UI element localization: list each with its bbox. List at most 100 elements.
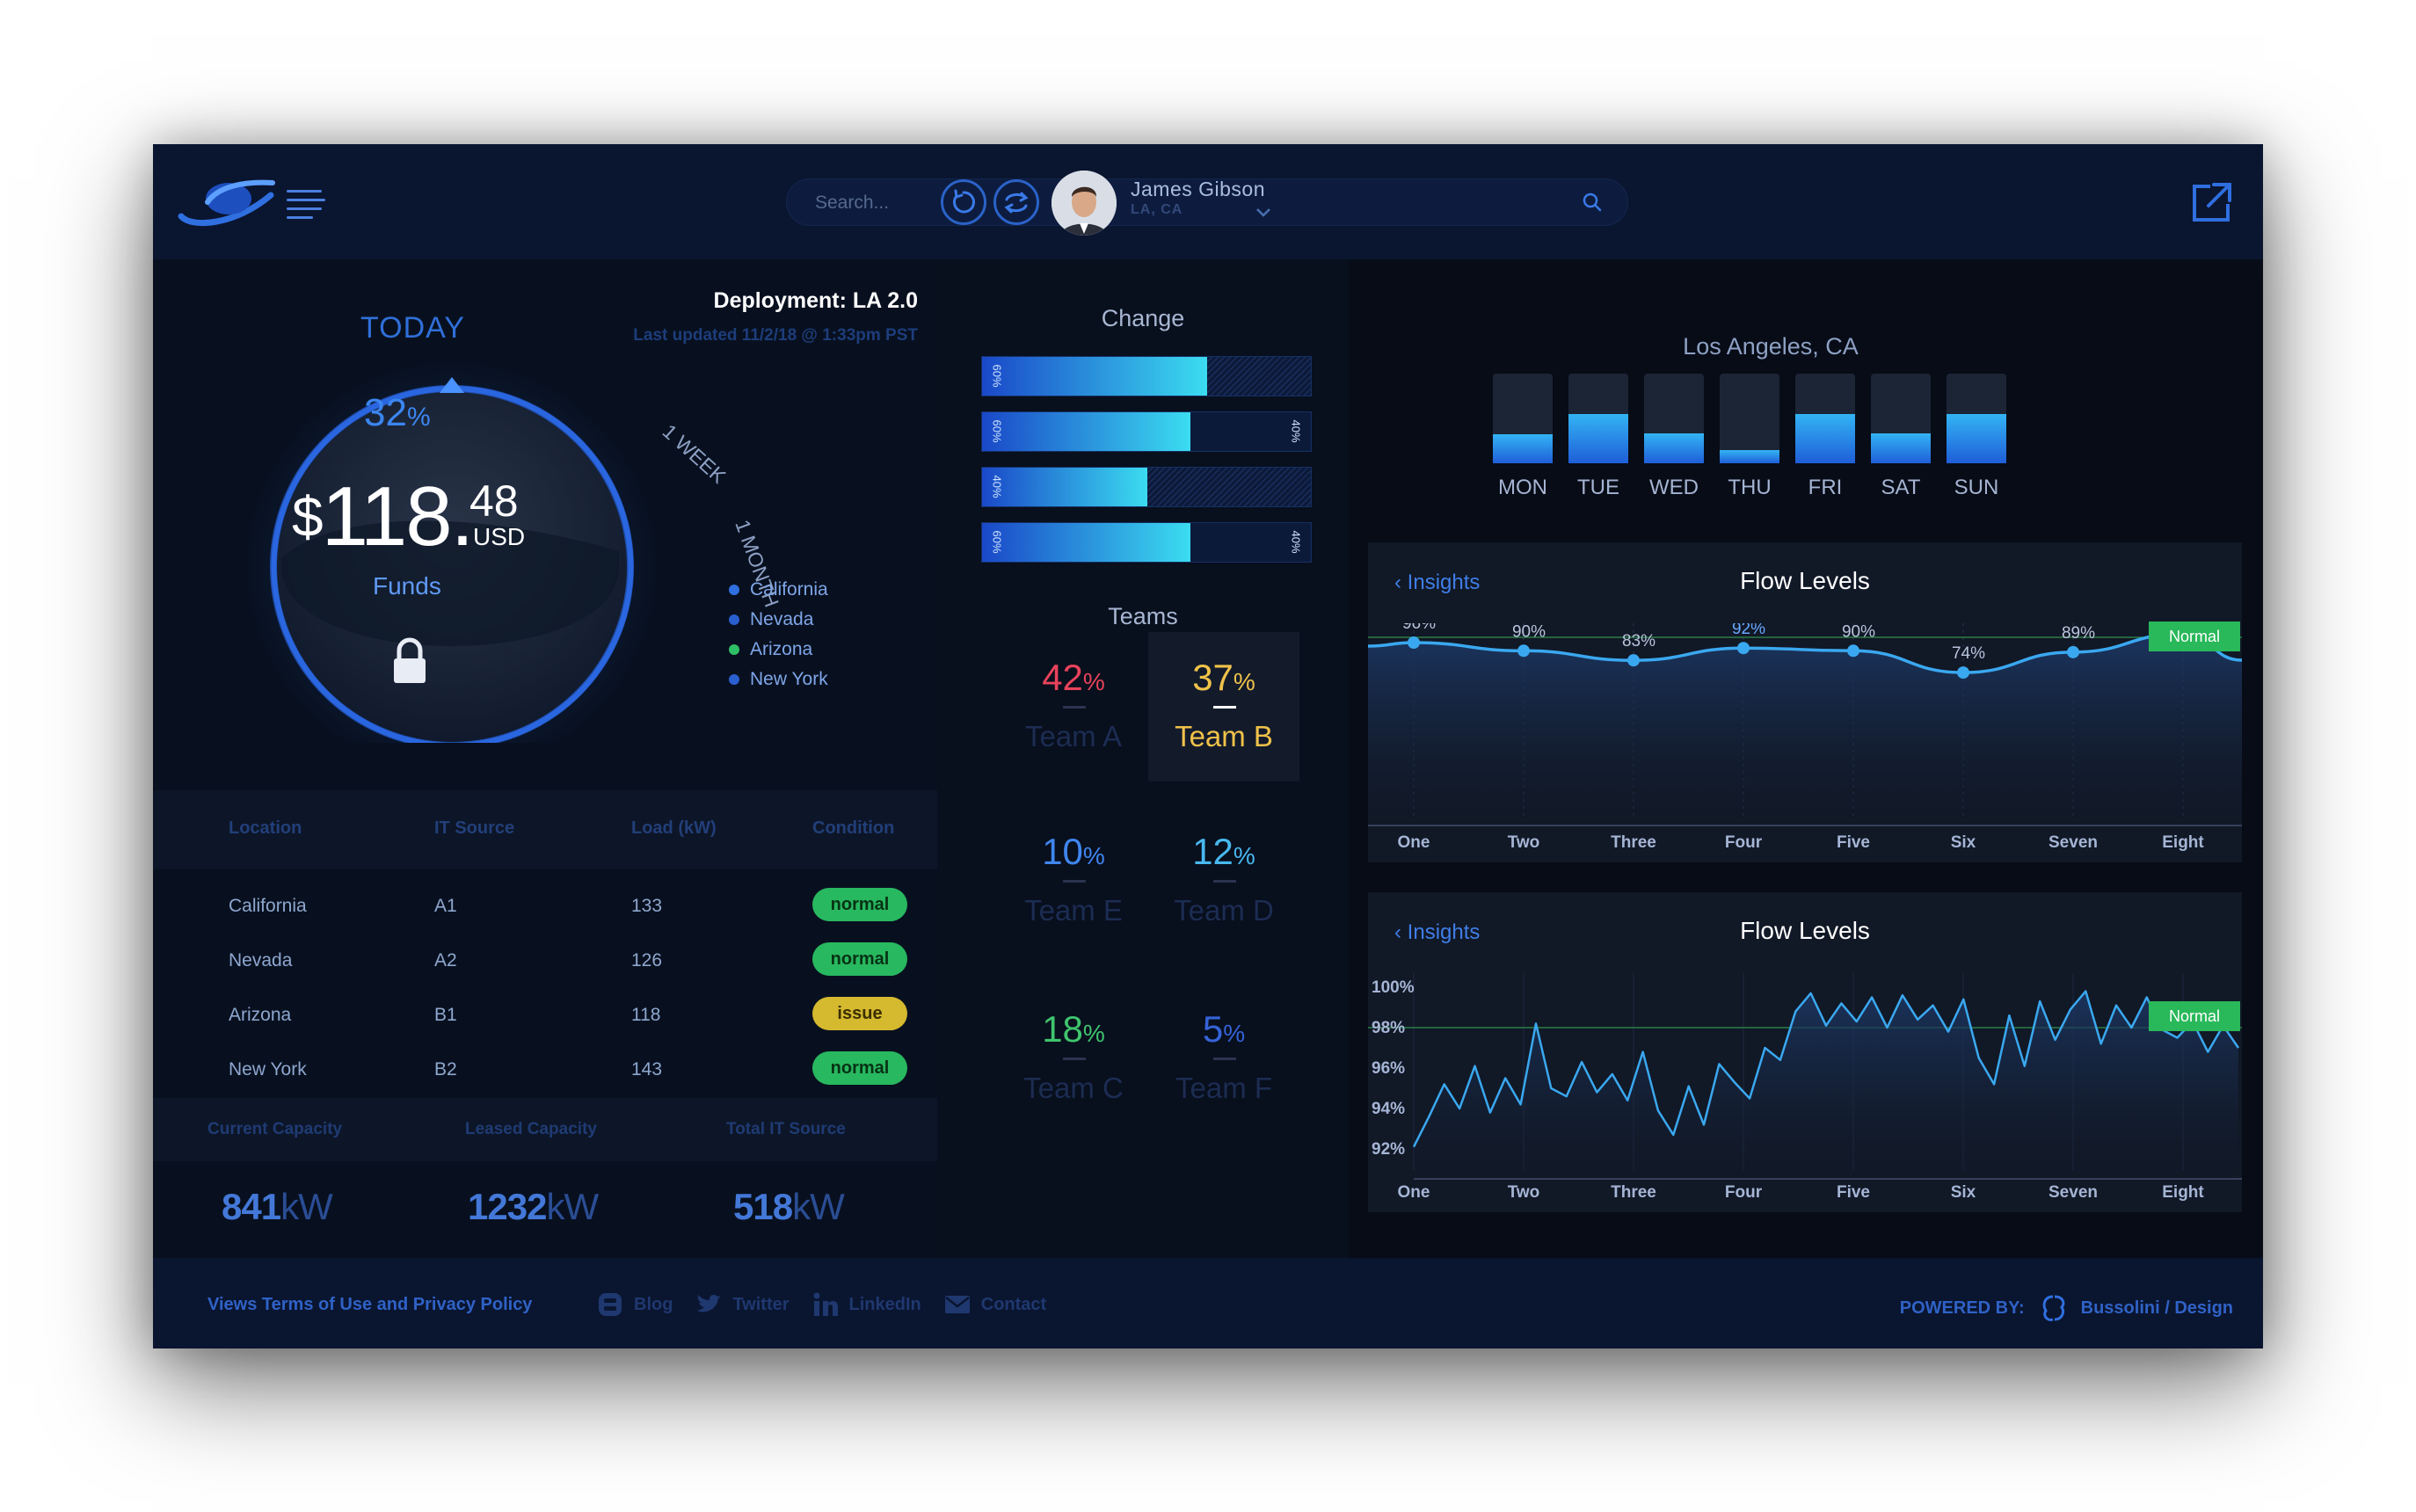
day-bar xyxy=(1795,374,1855,463)
day-bar-fill xyxy=(1720,449,1779,463)
team-percent: 12% xyxy=(1192,831,1255,872)
social-links: Blog Twitter LinkedIn Contact xyxy=(597,1291,1069,1318)
period-week[interactable]: 1 WEEK xyxy=(659,419,731,488)
team-name: Team B xyxy=(1175,720,1273,752)
x-tick-label: One xyxy=(1397,1183,1430,1202)
table-row[interactable]: Arizona B1 118 issue xyxy=(153,987,937,1042)
user-name[interactable]: James Gibson xyxy=(1131,178,1265,201)
lock-icon[interactable] xyxy=(390,637,429,685)
day-bar-fill xyxy=(1795,413,1855,463)
day-bar-fill xyxy=(1644,433,1704,463)
change-bar-left-label: 40% xyxy=(990,475,1004,498)
capacity-value: 518kW xyxy=(733,1186,845,1227)
change-bar-fill xyxy=(982,357,1207,396)
linkedin-link[interactable]: LinkedIn xyxy=(812,1292,921,1317)
planet-logo-icon[interactable] xyxy=(174,171,278,232)
column-header[interactable]: Condition xyxy=(812,818,894,839)
team-name: Team E xyxy=(1024,894,1123,927)
twitter-icon xyxy=(697,1294,722,1312)
legend-item[interactable]: New York xyxy=(729,665,828,694)
linkedin-icon xyxy=(813,1292,838,1316)
capacity-value: 1232kW xyxy=(468,1186,599,1227)
cell-source: B2 xyxy=(434,1059,457,1079)
data-point[interactable] xyxy=(1408,636,1420,649)
top-bar: James Gibson LA, CA xyxy=(153,144,2263,259)
column-header[interactable]: IT Source xyxy=(434,818,514,839)
team-card[interactable]: 18% Team C xyxy=(998,984,1149,1133)
legend-dot xyxy=(729,674,739,685)
data-point[interactable] xyxy=(1737,642,1750,655)
legend-dot xyxy=(729,644,739,655)
legend-item[interactable]: Arizona xyxy=(729,635,828,665)
team-name: Team C xyxy=(1023,1072,1124,1104)
team-divider xyxy=(1213,1058,1236,1060)
flow-line-chart: 96% 90% 83% 92% 90% 74% 89% xyxy=(1368,623,2242,826)
team-name: Team F xyxy=(1175,1072,1273,1104)
capacity-label: Current Capacity xyxy=(207,1120,343,1138)
capacity-value: 841kW xyxy=(222,1186,333,1227)
column-header[interactable]: Location xyxy=(229,818,302,839)
team-card[interactable]: 5% Team F xyxy=(1148,984,1299,1133)
external-link-icon[interactable] xyxy=(2187,179,2235,227)
legend-item[interactable]: California xyxy=(729,575,828,605)
powered-name[interactable]: Bussolini / Design xyxy=(2081,1298,2233,1319)
blog-link[interactable]: Blog xyxy=(597,1291,673,1318)
y-tick-label: 100% xyxy=(1372,978,1415,997)
day-bar xyxy=(1720,374,1779,463)
team-percent: 10% xyxy=(1042,831,1105,872)
data-point[interactable] xyxy=(2067,645,2079,658)
avatar[interactable] xyxy=(1052,171,1117,236)
change-bar-hatch xyxy=(1147,468,1311,506)
cell-source: B1 xyxy=(434,1005,457,1025)
chevron-down-icon[interactable] xyxy=(1255,207,1271,218)
legend-item[interactable]: Nevada xyxy=(729,605,828,635)
legend-dot xyxy=(729,614,739,625)
team-card[interactable]: 10% Team E xyxy=(998,806,1149,956)
x-tick-label: Eight xyxy=(2162,1183,2204,1202)
team-card[interactable]: 37% Team B xyxy=(1148,632,1299,781)
column-header[interactable]: Load (kW) xyxy=(631,818,717,839)
normal-tag: Normal xyxy=(2149,622,2240,651)
day-label: WED xyxy=(1649,476,1699,499)
change-bar-fill xyxy=(982,523,1190,562)
cell-location: Arizona xyxy=(229,1005,292,1025)
funds-panel: Deployment: LA 2.0 Last updated 11/2/18 … xyxy=(153,259,937,1258)
x-tick-label: Six xyxy=(1950,833,1976,852)
contact-link[interactable]: Contact xyxy=(944,1295,1046,1315)
day-label: MON xyxy=(1498,476,1547,499)
team-percent: 5% xyxy=(1202,1008,1246,1050)
team-card[interactable]: 42% Team A xyxy=(998,632,1149,781)
x-tick-label: Five xyxy=(1836,833,1871,852)
change-bar: 60% 40% xyxy=(981,411,1312,452)
data-point[interactable] xyxy=(1517,644,1530,658)
team-card[interactable]: 12% Team D xyxy=(1148,806,1299,956)
cell-load: 118 xyxy=(631,1005,661,1025)
change-bar-right-label: 40% xyxy=(1289,419,1303,443)
period-today[interactable]: TODAY xyxy=(360,311,465,345)
funds-amount: $118. 48 USD xyxy=(292,469,526,563)
data-point[interactable] xyxy=(1957,666,1969,680)
twitter-link[interactable]: Twitter xyxy=(695,1293,790,1316)
refresh-button[interactable] xyxy=(941,179,986,225)
table-row[interactable]: California A1 133 normal xyxy=(153,878,937,933)
y-tick-label: 96% xyxy=(1372,1059,1405,1078)
table-row[interactable]: New York B2 143 normal xyxy=(153,1042,937,1096)
cell-source: A1 xyxy=(434,896,457,916)
blog-icon xyxy=(599,1293,622,1316)
menu-icon[interactable] xyxy=(287,190,325,219)
data-point[interactable] xyxy=(1847,644,1859,658)
analytics-panel: Los Angeles, CA MON TUE WED THU FRI SAT SUN ‹ … xyxy=(1349,259,2263,1258)
terms-link[interactable]: Views Terms of Use and Privacy Policy xyxy=(207,1295,532,1315)
day-label: TUE xyxy=(1577,476,1619,499)
day-label: SUN xyxy=(1954,476,1999,499)
flow-area xyxy=(1414,991,2238,1179)
sync-button[interactable] xyxy=(993,179,1039,225)
capacity-label: Leased Capacity xyxy=(465,1120,597,1138)
change-bar-right-label: 40% xyxy=(1289,530,1303,554)
day-bar-fill xyxy=(1568,413,1628,463)
data-point[interactable] xyxy=(1627,654,1640,667)
search-icon[interactable] xyxy=(1582,192,1603,213)
table-row[interactable]: Nevada A2 126 normal xyxy=(153,933,937,987)
data-label: 74% xyxy=(1952,644,1985,663)
change-bar-left-label: 60% xyxy=(990,530,1004,554)
